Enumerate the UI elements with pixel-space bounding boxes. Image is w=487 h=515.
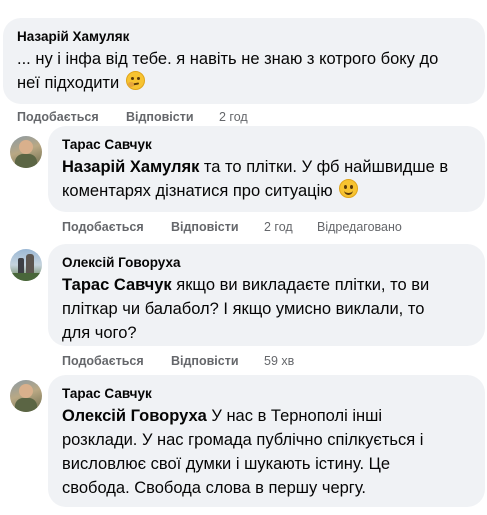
thinking-face-icon	[125, 71, 145, 90]
avatar[interactable]	[10, 136, 42, 168]
slightly-smiling-face-icon	[339, 179, 359, 198]
comment-timestamp[interactable]: 2 год	[264, 219, 293, 235]
comment-actions: Подобається Відповісти 2 год	[17, 109, 317, 125]
comment-text: Олексій Говоруха У нас в Тернополі інші …	[62, 407, 424, 497]
comment-author[interactable]: Назарій Хамуляк	[17, 28, 471, 45]
avatar[interactable]	[10, 380, 42, 412]
comment-author[interactable]: Олексій Говоруха	[62, 254, 471, 271]
comment-bubble: Тарас Савчук Олексій Говоруха У нас в Те…	[48, 375, 485, 507]
comment-timestamp[interactable]: 59 хв	[264, 353, 294, 369]
mention-link[interactable]: Тарас Савчук	[62, 276, 172, 294]
comment-bubble: Тарас Савчук Назарій Хамуляк та то плітк…	[48, 126, 485, 212]
comment-text: Тарас Савчук якщо ви викладаєте плітки, …	[62, 276, 430, 342]
mention-link[interactable]: Назарій Хамуляк	[62, 158, 199, 176]
edited-label[interactable]: Відредаговано	[317, 219, 402, 235]
mention-link[interactable]: Олексій Говоруха	[62, 407, 207, 425]
reply-link[interactable]: Відповісти	[171, 219, 239, 235]
reply-link[interactable]: Відповісти	[171, 353, 239, 369]
avatar[interactable]	[10, 249, 42, 281]
comment-text: ... ну і інфа від тебе. я навіть не знаю…	[17, 50, 439, 92]
comment-bubble: Назарій Хамуляк ... ну і інфа від тебе. …	[3, 18, 485, 104]
like-link[interactable]: Подобається	[17, 109, 99, 125]
comment-author[interactable]: Тарас Савчук	[62, 385, 471, 402]
comment-timestamp[interactable]: 2 год	[219, 109, 248, 125]
like-link[interactable]: Подобається	[62, 219, 144, 235]
comment-actions: Подобається Відповісти 59 хв	[62, 353, 362, 369]
comment-author[interactable]: Тарас Савчук	[62, 136, 471, 153]
comment-bubble: Олексій Говоруха Тарас Савчук якщо ви ви…	[48, 244, 485, 346]
comment-text: Назарій Хамуляк та то плітки. У фб найшв…	[62, 158, 449, 200]
like-link[interactable]: Подобається	[62, 353, 144, 369]
comment-actions: Подобається Відповісти 2 год Відредагова…	[62, 219, 422, 235]
reply-link[interactable]: Відповісти	[126, 109, 194, 125]
